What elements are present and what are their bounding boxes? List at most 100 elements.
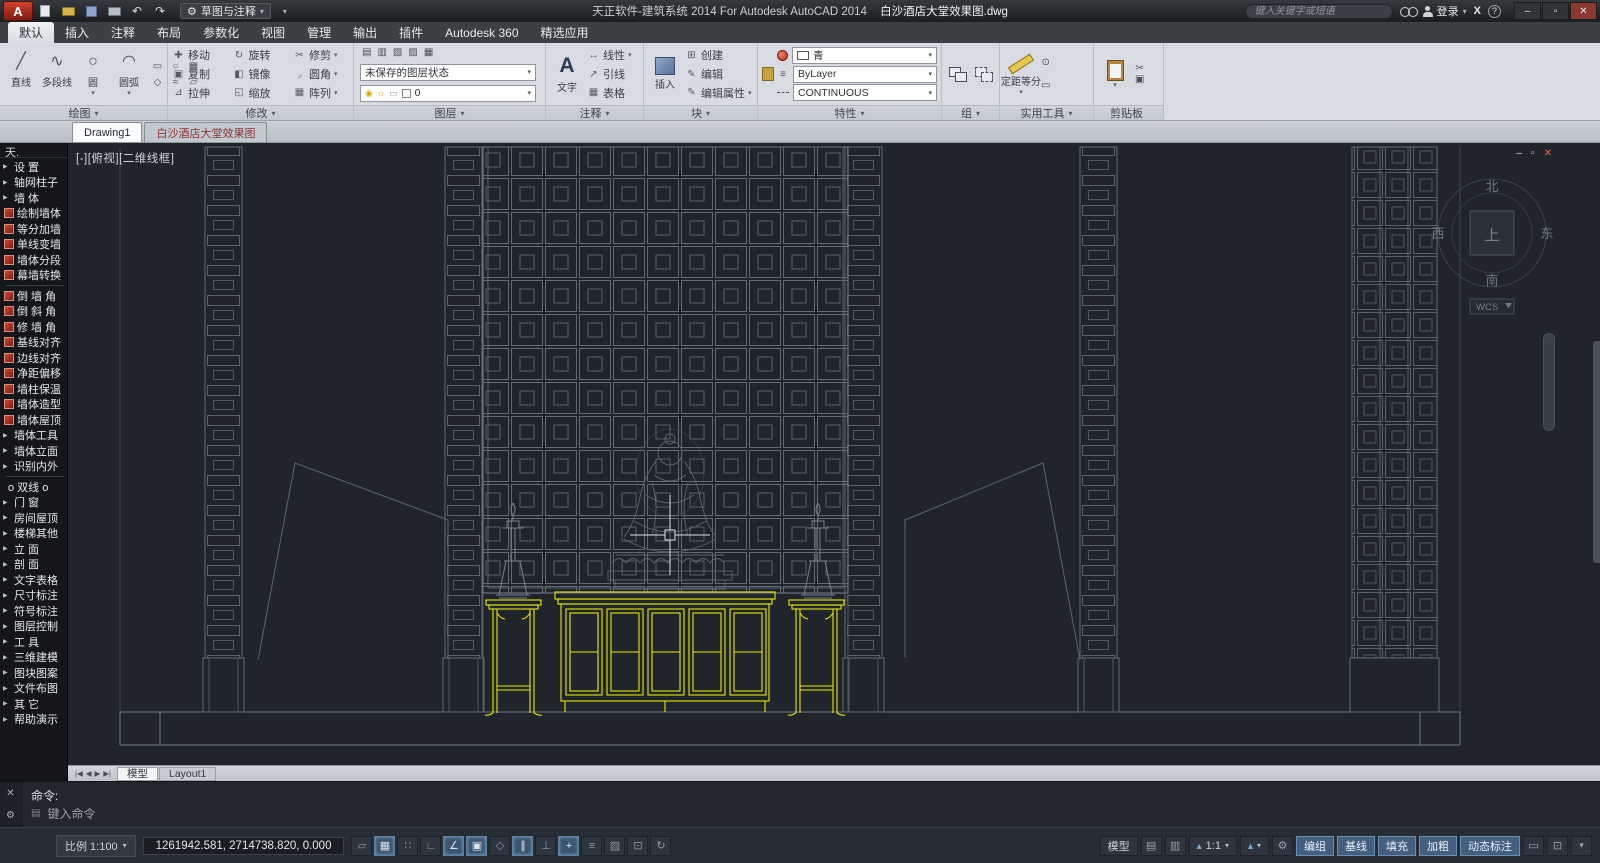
modify-tool-button[interactable]: ⊿ 拉伸 — [172, 84, 224, 101]
sidebar-item[interactable]: 净距偏移 — [0, 366, 67, 382]
viewport-controls-label[interactable]: [-][俯视][二维线框] — [76, 150, 175, 166]
annotation-visibility-button[interactable] — [1240, 836, 1269, 856]
modify-tool-button[interactable]: ◧ 镜像 — [232, 66, 285, 83]
annotation-tool-button[interactable]: ↗ 引线 — [587, 66, 632, 83]
modify-tool-button[interactable]: ◞ 圆角 ▾ — [293, 66, 349, 83]
layer-freeze-icon[interactable]: ☼ — [377, 88, 385, 98]
collapsed-palette-tab[interactable] — [1593, 341, 1600, 563]
layer-on-icon[interactable]: ◉ — [365, 88, 373, 99]
draw-extra-icon[interactable]: ◇ — [149, 75, 166, 90]
panel-label-draw[interactable]: 绘图 — [0, 105, 167, 120]
sign-in-button[interactable]: 登录 — [1423, 3, 1467, 19]
annotation-scale-button[interactable]: 1:1 — [1189, 836, 1237, 856]
scrollbar-thumb[interactable] — [1543, 333, 1555, 431]
snap-toggle-button[interactable]: ▣ — [466, 836, 487, 856]
layer-state-dropdown[interactable]: 未保存的图层状态 — [360, 64, 536, 81]
draw-tool-button[interactable]: ∿ 多段线 — [40, 45, 74, 103]
ribbon-tab[interactable]: 布局 — [146, 22, 192, 43]
snap-toggle-button[interactable]: ∟ — [420, 836, 441, 856]
snap-toggle-button[interactable]: ◇ — [489, 836, 510, 856]
snap-toggle-button[interactable]: ≡ — [581, 836, 602, 856]
snap-toggle-button[interactable]: + — [558, 836, 579, 856]
layer-lock-icon[interactable]: ▭ — [389, 88, 398, 99]
workspace-gear-icon[interactable] — [1272, 836, 1293, 856]
sidebar-item[interactable]: 墙体立面 — [0, 443, 67, 459]
snap-toggle-button[interactable]: ∥ — [512, 836, 533, 856]
viewport-restore-icon[interactable]: ▫ — [1531, 148, 1535, 159]
snap-toggle-button[interactable]: ↻ — [650, 836, 671, 856]
vertical-scrollbar[interactable] — [1542, 143, 1556, 765]
minimize-button[interactable]: – — [1514, 2, 1541, 20]
sidebar-item[interactable]: 墙体屋顶 — [0, 412, 67, 428]
command-input-line[interactable]: ▤ 键入命令 — [31, 805, 1591, 822]
ribbon-tab[interactable]: 管理 — [296, 22, 342, 43]
draw-tool-button[interactable]: ○ 圆 ▾ — [76, 45, 110, 103]
modify-tool-button[interactable]: ▣ 复制 — [172, 66, 224, 83]
layer-color-swatch[interactable] — [402, 89, 411, 98]
sidebar-item[interactable]: 设 置 — [0, 159, 67, 175]
sidebar-item[interactable]: 边线对齐 — [0, 350, 67, 366]
ribbon-tab[interactable]: Autodesk 360 — [434, 22, 529, 43]
tarch-toggle-button[interactable]: 加粗 — [1419, 836, 1457, 856]
layer-tool-icon[interactable]: ▨ — [408, 47, 417, 58]
sidebar-item[interactable]: 图层控制 — [0, 619, 67, 635]
first-tab-icon[interactable]: |◀ — [75, 769, 83, 778]
open-file-icon[interactable] — [59, 3, 77, 19]
snap-toggle-button[interactable]: ∷ — [397, 836, 418, 856]
text-tool-button[interactable]: A 文字 — [550, 45, 584, 103]
sidebar-item[interactable]: 单线变墙 — [0, 237, 67, 253]
viewcube[interactable]: 上 北 南 西 东 — [1431, 179, 1553, 288]
ribbon-tab[interactable]: 注释 — [100, 22, 146, 43]
sidebar-item[interactable]: 符号标注 — [0, 603, 67, 619]
lock-icon[interactable] — [1523, 836, 1544, 856]
copy-icon[interactable] — [1135, 74, 1144, 85]
lineweight-dropdown[interactable]: ByLayer — [793, 66, 937, 83]
restore-button[interactable]: ▫ — [1542, 2, 1569, 20]
sidebar-item[interactable]: 倒 斜 角 — [0, 304, 67, 320]
modify-tool-button[interactable]: ✚ 移动 — [172, 47, 224, 64]
scale-button[interactable]: 比例 1:100 — [56, 835, 136, 857]
clean-screen-icon[interactable] — [1547, 836, 1568, 856]
annotation-tool-button[interactable]: ▦ 表格 — [587, 84, 632, 101]
snap-toggle-button[interactable]: ∠ — [443, 836, 464, 856]
tarch-toggle-button[interactable]: 填充 — [1378, 836, 1416, 856]
exchange-apps-icon[interactable]: X — [1474, 5, 1481, 17]
sidebar-item[interactable]: 墙柱保温 — [0, 381, 67, 397]
panel-label-annotation[interactable]: 注释 — [546, 105, 643, 120]
match-properties-icon[interactable] — [762, 67, 774, 81]
cut-icon[interactable] — [1135, 63, 1144, 74]
sidebar-item[interactable]: 幕墙转换 — [0, 268, 67, 284]
status-menu-icon[interactable] — [1571, 836, 1592, 856]
ungroup-icon[interactable] — [975, 67, 993, 81]
draw-tool-button[interactable]: ◠ 圆弧 ▾ — [112, 45, 146, 103]
color-dropdown[interactable]: 青 — [792, 47, 937, 64]
sidebar-item[interactable]: 尺寸标注 — [0, 588, 67, 604]
ribbon-tab[interactable]: 参数化 — [192, 22, 250, 43]
ribbon-tab[interactable]: 默认 — [8, 22, 54, 43]
object-color-icon[interactable] — [777, 50, 788, 61]
sidebar-item[interactable]: 楼梯其他 — [0, 526, 67, 542]
paste-button[interactable]: ▾ — [1098, 60, 1132, 89]
sidebar-item[interactable]: 墙体分段 — [0, 252, 67, 268]
quick-select-icon[interactable] — [1041, 80, 1050, 91]
snap-toggle-button[interactable]: ▦ — [374, 836, 395, 856]
tarch-toggle-button[interactable]: 基线 — [1337, 836, 1375, 856]
sidebar-item[interactable]: 轴网柱子 — [0, 175, 67, 191]
undo-icon[interactable]: ↶ — [128, 3, 146, 19]
modify-tool-button[interactable]: ↻ 旋转 — [232, 47, 285, 64]
draw-extra-icon[interactable]: ▭ — [149, 59, 166, 74]
snap-toggle-button[interactable]: ⊥ — [535, 836, 556, 856]
search-input[interactable] — [1245, 4, 1393, 19]
sidebar-item[interactable]: 墙 体 — [0, 190, 67, 206]
plot-icon[interactable] — [105, 3, 123, 19]
snap-toggle-button[interactable]: ▱ — [351, 836, 372, 856]
panel-label-utilities[interactable]: 实用工具 — [1000, 105, 1093, 120]
next-tab-icon[interactable]: ▶ — [95, 769, 101, 778]
autocad-logo-icon[interactable]: A — [3, 1, 33, 21]
sidebar-item[interactable]: 三维建模 — [0, 650, 67, 666]
layer-tool-icon[interactable]: ▥ — [377, 47, 386, 58]
sidebar-item[interactable]: 帮助演示 — [0, 712, 67, 728]
sidebar-item[interactable]: 工 具 — [0, 634, 67, 650]
modify-tool-button[interactable]: ◱ 缩放 — [232, 84, 285, 101]
wcs-control[interactable]: WCS — [1470, 299, 1514, 314]
